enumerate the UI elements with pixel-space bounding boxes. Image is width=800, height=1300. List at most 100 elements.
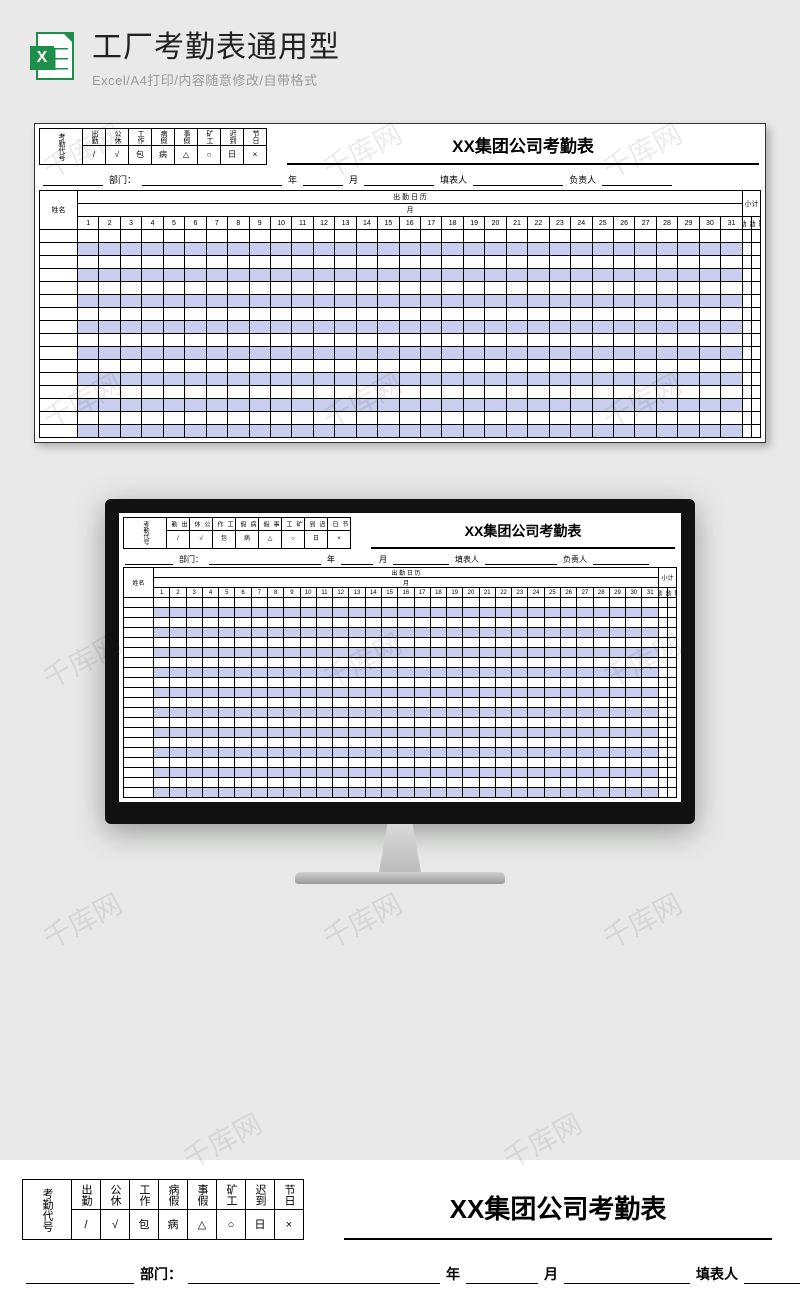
day-cell[interactable] <box>592 347 613 360</box>
day-cell[interactable] <box>463 688 479 698</box>
day-cell[interactable] <box>349 628 365 638</box>
day-cell[interactable] <box>202 748 218 758</box>
day-cell[interactable] <box>170 608 186 618</box>
day-cell[interactable] <box>170 618 186 628</box>
day-cell[interactable] <box>251 698 267 708</box>
day-cell[interactable] <box>333 648 349 658</box>
day-cell[interactable] <box>485 308 506 321</box>
day-cell[interactable] <box>528 282 549 295</box>
day-cell[interactable] <box>335 282 356 295</box>
day-cell[interactable] <box>463 230 484 243</box>
day-cell[interactable] <box>421 360 442 373</box>
day-cell[interactable] <box>593 688 609 698</box>
day-cell[interactable] <box>442 256 463 269</box>
day-cell[interactable] <box>333 598 349 608</box>
day-cell[interactable] <box>78 360 99 373</box>
day-cell[interactable] <box>356 230 377 243</box>
day-cell[interactable] <box>356 256 377 269</box>
day-cell[interactable] <box>506 282 527 295</box>
day-cell[interactable] <box>485 230 506 243</box>
day-cell[interactable] <box>300 778 316 788</box>
name-cell[interactable] <box>40 373 78 386</box>
day-cell[interactable] <box>185 256 206 269</box>
day-cell[interactable] <box>609 598 625 608</box>
day-cell[interactable] <box>267 648 283 658</box>
day-cell[interactable] <box>267 778 283 788</box>
day-cell[interactable] <box>206 295 227 308</box>
day-cell[interactable] <box>463 788 479 798</box>
day-cell[interactable] <box>571 412 592 425</box>
day-cell[interactable] <box>613 334 634 347</box>
day-cell[interactable] <box>154 698 170 708</box>
day-cell[interactable] <box>447 728 463 738</box>
day-cell[interactable] <box>421 256 442 269</box>
day-cell[interactable] <box>120 399 141 412</box>
day-cell[interactable] <box>163 360 184 373</box>
day-cell[interactable] <box>398 758 414 768</box>
day-cell[interactable] <box>656 360 677 373</box>
day-cell[interactable] <box>316 778 332 788</box>
day-cell[interactable] <box>300 768 316 778</box>
day-cell[interactable] <box>219 638 235 648</box>
day-cell[interactable] <box>170 598 186 608</box>
day-cell[interactable] <box>528 708 544 718</box>
day-cell[interactable] <box>414 608 430 618</box>
name-cell[interactable] <box>124 728 154 738</box>
day-cell[interactable] <box>593 768 609 778</box>
day-cell[interactable] <box>292 373 313 386</box>
day-cell[interactable] <box>270 243 291 256</box>
day-cell[interactable] <box>495 728 511 738</box>
day-cell[interactable] <box>300 638 316 648</box>
day-cell[interactable] <box>626 748 642 758</box>
day-cell[interactable] <box>300 758 316 768</box>
day-cell[interactable] <box>613 412 634 425</box>
day-cell[interactable] <box>430 618 446 628</box>
day-cell[interactable] <box>678 399 699 412</box>
day-cell[interactable] <box>549 282 570 295</box>
day-cell[interactable] <box>635 386 656 399</box>
day-cell[interactable] <box>142 360 163 373</box>
day-cell[interactable] <box>544 758 560 768</box>
day-cell[interactable] <box>656 230 677 243</box>
day-cell[interactable] <box>479 768 495 778</box>
day-cell[interactable] <box>544 768 560 778</box>
day-cell[interactable] <box>267 678 283 688</box>
day-cell[interactable] <box>249 321 270 334</box>
day-cell[interactable] <box>219 708 235 718</box>
day-cell[interactable] <box>249 425 270 438</box>
day-cell[interactable] <box>154 668 170 678</box>
day-cell[interactable] <box>609 608 625 618</box>
day-cell[interactable] <box>78 399 99 412</box>
day-cell[interactable] <box>430 648 446 658</box>
day-cell[interactable] <box>447 608 463 618</box>
day-cell[interactable] <box>414 668 430 678</box>
day-cell[interactable] <box>485 399 506 412</box>
day-cell[interactable] <box>249 308 270 321</box>
day-cell[interactable] <box>270 230 291 243</box>
day-cell[interactable] <box>170 688 186 698</box>
day-cell[interactable] <box>316 628 332 638</box>
name-cell[interactable] <box>124 688 154 698</box>
day-cell[interactable] <box>333 758 349 768</box>
day-cell[interactable] <box>356 399 377 412</box>
day-cell[interactable] <box>592 399 613 412</box>
day-cell[interactable] <box>512 748 528 758</box>
day-cell[interactable] <box>479 658 495 668</box>
day-cell[interactable] <box>235 658 251 668</box>
day-cell[interactable] <box>267 658 283 668</box>
day-cell[interactable] <box>219 618 235 628</box>
day-cell[interactable] <box>699 308 720 321</box>
day-cell[interactable] <box>270 373 291 386</box>
day-cell[interactable] <box>163 399 184 412</box>
day-cell[interactable] <box>479 748 495 758</box>
day-cell[interactable] <box>219 728 235 738</box>
day-cell[interactable] <box>577 728 593 738</box>
day-cell[interactable] <box>642 778 659 788</box>
day-cell[interactable] <box>249 399 270 412</box>
day-cell[interactable] <box>381 778 397 788</box>
day-cell[interactable] <box>549 334 570 347</box>
day-cell[interactable] <box>593 618 609 628</box>
day-cell[interactable] <box>284 758 300 768</box>
day-cell[interactable] <box>78 269 99 282</box>
day-cell[interactable] <box>365 608 381 618</box>
